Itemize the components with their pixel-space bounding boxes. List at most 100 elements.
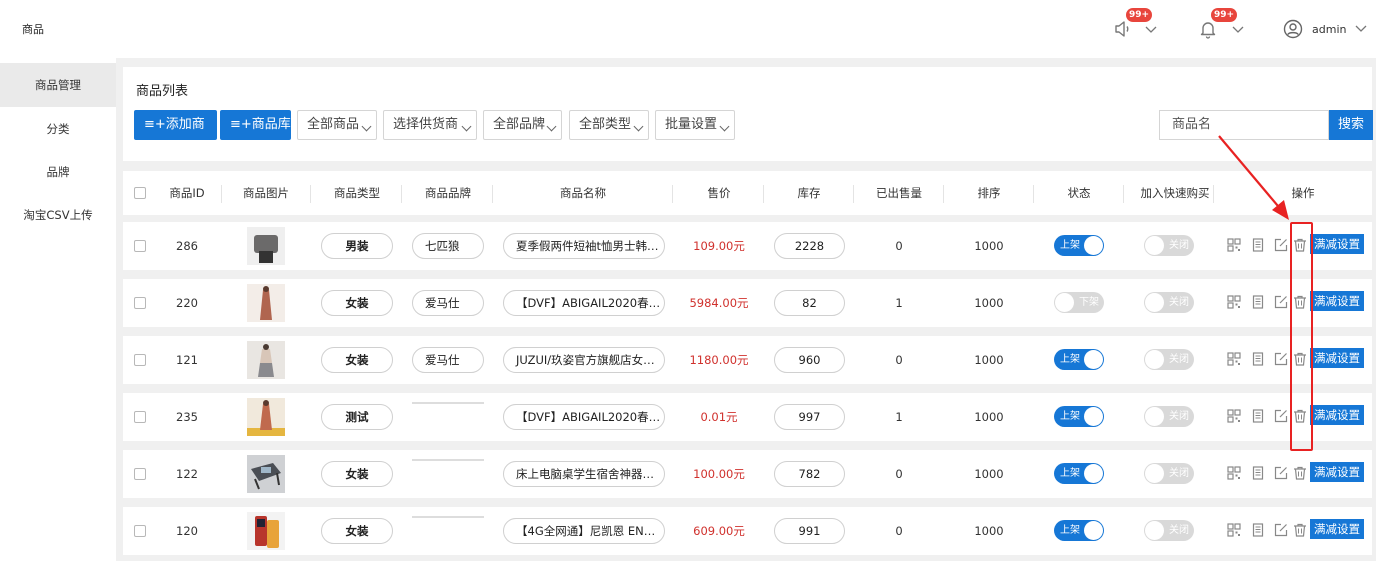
select-label: 批量设置: [665, 117, 718, 132]
table-row: 120 女装 【4G全网通】尼凯恩 EN… 609.00元 991 0 1000…: [123, 507, 1372, 555]
product-thumbnail[interactable]: [247, 398, 285, 436]
edit-icon[interactable]: [1274, 523, 1288, 537]
discount-settings-button[interactable]: 满减设置: [1310, 234, 1364, 254]
status-toggle[interactable]: 上架: [1054, 520, 1104, 541]
product-thumbnail[interactable]: [247, 455, 285, 493]
user-menu[interactable]: admin: [1283, 19, 1367, 41]
stock-input[interactable]: 991: [774, 518, 845, 544]
add-product-button[interactable]: ≡+添加商品: [134, 110, 217, 162]
sold-count: 0: [895, 524, 903, 538]
quick-buy-toggle[interactable]: 关闭: [1144, 463, 1194, 484]
qrcode-icon[interactable]: [1227, 466, 1241, 480]
row-checkbox[interactable]: [134, 468, 146, 480]
qrcode-icon[interactable]: [1227, 523, 1241, 537]
sidebar-item-product-management[interactable]: 商品管理: [0, 63, 116, 107]
row-checkbox[interactable]: [134, 354, 146, 366]
discount-settings-button[interactable]: 满减设置: [1310, 519, 1364, 539]
copy-icon[interactable]: [1251, 523, 1265, 537]
toggle-knob: [1145, 407, 1164, 426]
product-thumbnail[interactable]: [247, 227, 285, 265]
quick-buy-label: 关闭: [1169, 240, 1189, 251]
product-thumbnail[interactable]: [247, 284, 285, 322]
row-checkbox[interactable]: [134, 297, 146, 309]
column-divider: [310, 185, 311, 203]
status-toggle[interactable]: 上架: [1054, 235, 1104, 256]
product-library-button[interactable]: ≡+商品库: [220, 110, 291, 140]
product-name[interactable]: JUZUI/玖姿官方旗舰店女…: [503, 347, 665, 373]
product-name[interactable]: 【DVF】ABIGAIL2020春…: [503, 290, 665, 316]
sidebar-item-taobao-csv-upload[interactable]: 淘宝CSV上传: [0, 193, 116, 237]
status-toggle[interactable]: 上架: [1054, 349, 1104, 370]
status-toggle[interactable]: 上架: [1054, 463, 1104, 484]
chevron-down-icon: [1232, 26, 1244, 33]
row-checkbox[interactable]: [134, 411, 146, 423]
stock-input[interactable]: 997: [774, 404, 845, 430]
qrcode-icon[interactable]: [1227, 409, 1241, 423]
product-type-tag: 女装: [321, 290, 393, 316]
copy-icon[interactable]: [1251, 352, 1265, 366]
edit-icon[interactable]: [1274, 295, 1288, 309]
discount-settings-button[interactable]: 满减设置: [1310, 348, 1364, 368]
status-toggle[interactable]: 下架: [1054, 292, 1104, 313]
product-name[interactable]: 夏季假两件短袖t恤男士韩…: [503, 233, 665, 259]
toggle-knob: [1145, 521, 1164, 540]
column-header: 排序: [977, 186, 1001, 200]
column-header: 商品ID: [169, 186, 205, 200]
row-checkbox[interactable]: [134, 525, 146, 537]
copy-icon[interactable]: [1251, 238, 1265, 252]
brand-placeholder: [412, 459, 484, 461]
stock-input[interactable]: 782: [774, 461, 845, 487]
notification-menu[interactable]: 99+: [1113, 8, 1157, 41]
copy-icon[interactable]: [1251, 295, 1265, 309]
quick-buy-toggle[interactable]: 关闭: [1144, 349, 1194, 370]
sort-value: 1000: [974, 239, 1004, 253]
qrcode-icon[interactable]: [1227, 238, 1241, 252]
product-thumbnail[interactable]: [247, 341, 285, 379]
qrcode-icon[interactable]: [1227, 295, 1241, 309]
search-input[interactable]: 商品名: [1159, 110, 1329, 140]
edit-icon[interactable]: [1274, 409, 1288, 423]
quick-buy-toggle[interactable]: 关闭: [1144, 235, 1194, 256]
toggle-knob: [1055, 293, 1074, 312]
table-header: 商品ID 商品图片 商品类型 商品品牌 商品名称 售价 库存 已出售量 排序 状…: [123, 171, 1372, 215]
batch-settings-select[interactable]: 批量设置: [655, 110, 735, 140]
product-name[interactable]: 床上电脑桌学生宿舍神器…: [503, 461, 665, 487]
supplier-select[interactable]: 选择供货商: [383, 110, 477, 140]
sidebar-item-category[interactable]: 分类: [0, 107, 116, 151]
delete-icon[interactable]: [1293, 466, 1307, 480]
brand-select[interactable]: 全部品牌: [483, 110, 562, 140]
product-name[interactable]: 【4G全网通】尼凯恩 EN…: [503, 518, 665, 544]
row-checkbox[interactable]: [134, 240, 146, 252]
quick-buy-toggle[interactable]: 关闭: [1144, 292, 1194, 313]
product-type-tag: 女装: [321, 518, 393, 544]
type-select[interactable]: 全部类型: [569, 110, 649, 140]
discount-settings-button[interactable]: 满减设置: [1310, 405, 1364, 425]
all-products-select[interactable]: 全部商品: [297, 110, 377, 140]
discount-settings-button[interactable]: 满减设置: [1310, 462, 1364, 482]
stock-input[interactable]: 960: [774, 347, 845, 373]
quick-buy-toggle[interactable]: 关闭: [1144, 406, 1194, 427]
search-button[interactable]: 搜索: [1329, 110, 1373, 140]
product-thumbnail[interactable]: [247, 512, 285, 550]
edit-icon[interactable]: [1274, 238, 1288, 252]
column-divider: [401, 185, 402, 203]
sidebar-item-brand[interactable]: 品牌: [0, 150, 116, 194]
discount-settings-button[interactable]: 满减设置: [1310, 291, 1364, 311]
bell-badge: 99+: [1211, 8, 1238, 22]
status-toggle[interactable]: 上架: [1054, 406, 1104, 427]
select-all-checkbox[interactable]: [134, 187, 146, 199]
edit-icon[interactable]: [1274, 466, 1288, 480]
quick-buy-toggle[interactable]: 关闭: [1144, 520, 1194, 541]
stock-input[interactable]: 2228: [774, 233, 845, 259]
column-divider: [672, 185, 673, 203]
stock-input[interactable]: 82: [774, 290, 845, 316]
qrcode-icon[interactable]: [1227, 352, 1241, 366]
column-header: 状态: [1067, 186, 1091, 200]
message-menu[interactable]: 99+: [1198, 8, 1244, 41]
copy-icon[interactable]: [1251, 409, 1265, 423]
delete-icon[interactable]: [1293, 523, 1307, 537]
product-name[interactable]: 【DVF】ABIGAIL2020春…: [503, 404, 665, 430]
product-id: 235: [176, 410, 198, 424]
copy-icon[interactable]: [1251, 466, 1265, 480]
edit-icon[interactable]: [1274, 352, 1288, 366]
